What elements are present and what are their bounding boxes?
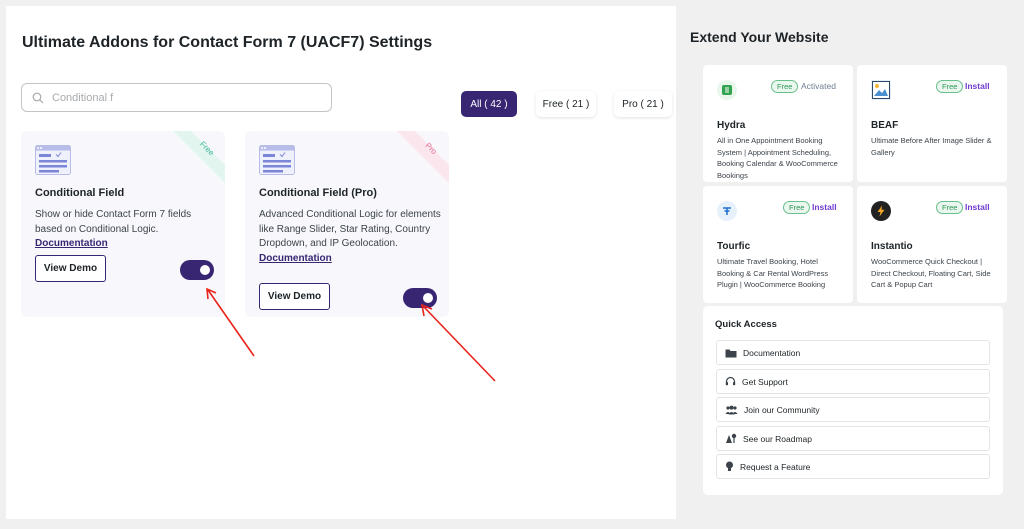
plugin-name: Tourfic: [717, 241, 751, 252]
plugin-description: WooCommerce Quick Checkout | Direct Chec…: [871, 257, 991, 289]
addon-title: Conditional Field (Pro): [259, 187, 377, 199]
addon-description: Advanced Conditional Logic for elements …: [259, 208, 441, 266]
toggle-knob: [200, 265, 210, 275]
plugin-name: Instantio: [871, 241, 913, 252]
free-badge: Free: [936, 201, 964, 214]
quick-access-label: Documentation: [743, 347, 801, 358]
quick-access-community[interactable]: Join our Community: [716, 397, 990, 422]
lightbulb-icon: [726, 461, 733, 471]
plugin-description: Ultimate Travel Booking, Hotel Booking &…: [717, 257, 829, 289]
quick-access-label: See our Roadmap: [743, 433, 812, 444]
plugin-name: BEAF: [871, 120, 899, 131]
filter-all-button[interactable]: All ( 42 ): [461, 91, 517, 117]
page-title: Ultimate Addons for Contact Form 7 (UACF…: [22, 34, 433, 51]
form-icon: [35, 145, 71, 175]
addon-card-conditional-field: Free Conditional Field Show or hide Cont…: [21, 131, 225, 317]
sidebar-title: Extend Your Website: [690, 29, 829, 45]
tourfic-icon: [717, 201, 737, 221]
free-badge: Free: [936, 80, 964, 93]
addons-panel: Ultimate Addons for Contact Form 7 (UACF…: [6, 6, 676, 519]
beaf-icon: [871, 80, 891, 100]
plugin-card-instantio: Free Install Instantio WooCommerce Quick…: [857, 186, 1007, 303]
quick-access-request-feature[interactable]: Request a Feature: [716, 454, 990, 479]
folder-icon: [725, 349, 737, 357]
addon-enable-toggle[interactable]: [180, 260, 214, 280]
hydra-icon: [717, 80, 737, 100]
free-ribbon: Free: [173, 131, 225, 183]
form-icon: [259, 145, 295, 175]
pro-ribbon: Pro: [397, 131, 449, 183]
free-badge: Free: [771, 80, 799, 93]
view-demo-button[interactable]: View Demo: [35, 255, 106, 282]
documentation-link[interactable]: Documentation: [35, 238, 108, 249]
toggle-knob: [423, 293, 433, 303]
plugin-description: All in One Appointment Booking System | …: [717, 136, 838, 180]
quick-access-get-support[interactable]: Get Support: [716, 369, 990, 394]
addon-description-text: Show or hide Contact Form 7 fields based…: [35, 209, 192, 235]
search-input[interactable]: [52, 91, 302, 104]
lightning-icon: [871, 201, 891, 221]
roadmap-icon: [726, 433, 737, 443]
quick-access-documentation[interactable]: Documentation: [716, 340, 990, 365]
search-icon: [32, 92, 44, 103]
quick-access-roadmap[interactable]: See our Roadmap: [716, 426, 990, 451]
users-icon: [725, 405, 738, 414]
plugin-status: Activated: [801, 81, 836, 91]
addon-card-conditional-field-pro: Pro Conditional Field (Pro) Advanced Con…: [245, 131, 449, 317]
quick-access-label: Get Support: [742, 376, 788, 387]
plugin-description: Ultimate Before After Image Slider & Gal…: [871, 136, 992, 157]
documentation-link[interactable]: Documentation: [259, 253, 332, 264]
install-link[interactable]: Install: [812, 201, 837, 214]
plugin-card-beaf: Free Install BEAF Ultimate Before After …: [857, 65, 1007, 182]
search-box[interactable]: [21, 83, 332, 112]
free-badge: Free: [783, 201, 811, 214]
extend-website-panel: Free Activated Hydra All in One Appointm…: [690, 55, 1014, 507]
plugin-card-hydra: Free Activated Hydra All in One Appointm…: [703, 65, 853, 182]
addon-title: Conditional Field: [35, 187, 125, 199]
view-demo-button[interactable]: View Demo: [259, 283, 330, 310]
plugin-card-tourfic: Free Install Tourfic Ultimate Travel Boo…: [703, 186, 853, 303]
headset-icon: [725, 376, 736, 386]
filter-pro-button[interactable]: Pro ( 21 ): [614, 91, 672, 117]
install-link[interactable]: Install: [965, 201, 990, 214]
filter-free-button[interactable]: Free ( 21 ): [536, 91, 596, 117]
quick-access-panel: Quick Access Documentation Get Support J…: [703, 306, 1003, 495]
quick-access-label: Request a Feature: [740, 461, 811, 472]
addon-enable-toggle[interactable]: [403, 288, 437, 308]
quick-access-label: Join our Community: [744, 404, 820, 415]
addon-description-text: Advanced Conditional Logic for elements …: [259, 209, 441, 249]
quick-access-title: Quick Access: [715, 319, 777, 330]
install-link[interactable]: Install: [965, 80, 990, 93]
addon-description: Show or hide Contact Form 7 fields based…: [35, 208, 217, 252]
plugin-name: Hydra: [717, 120, 746, 131]
